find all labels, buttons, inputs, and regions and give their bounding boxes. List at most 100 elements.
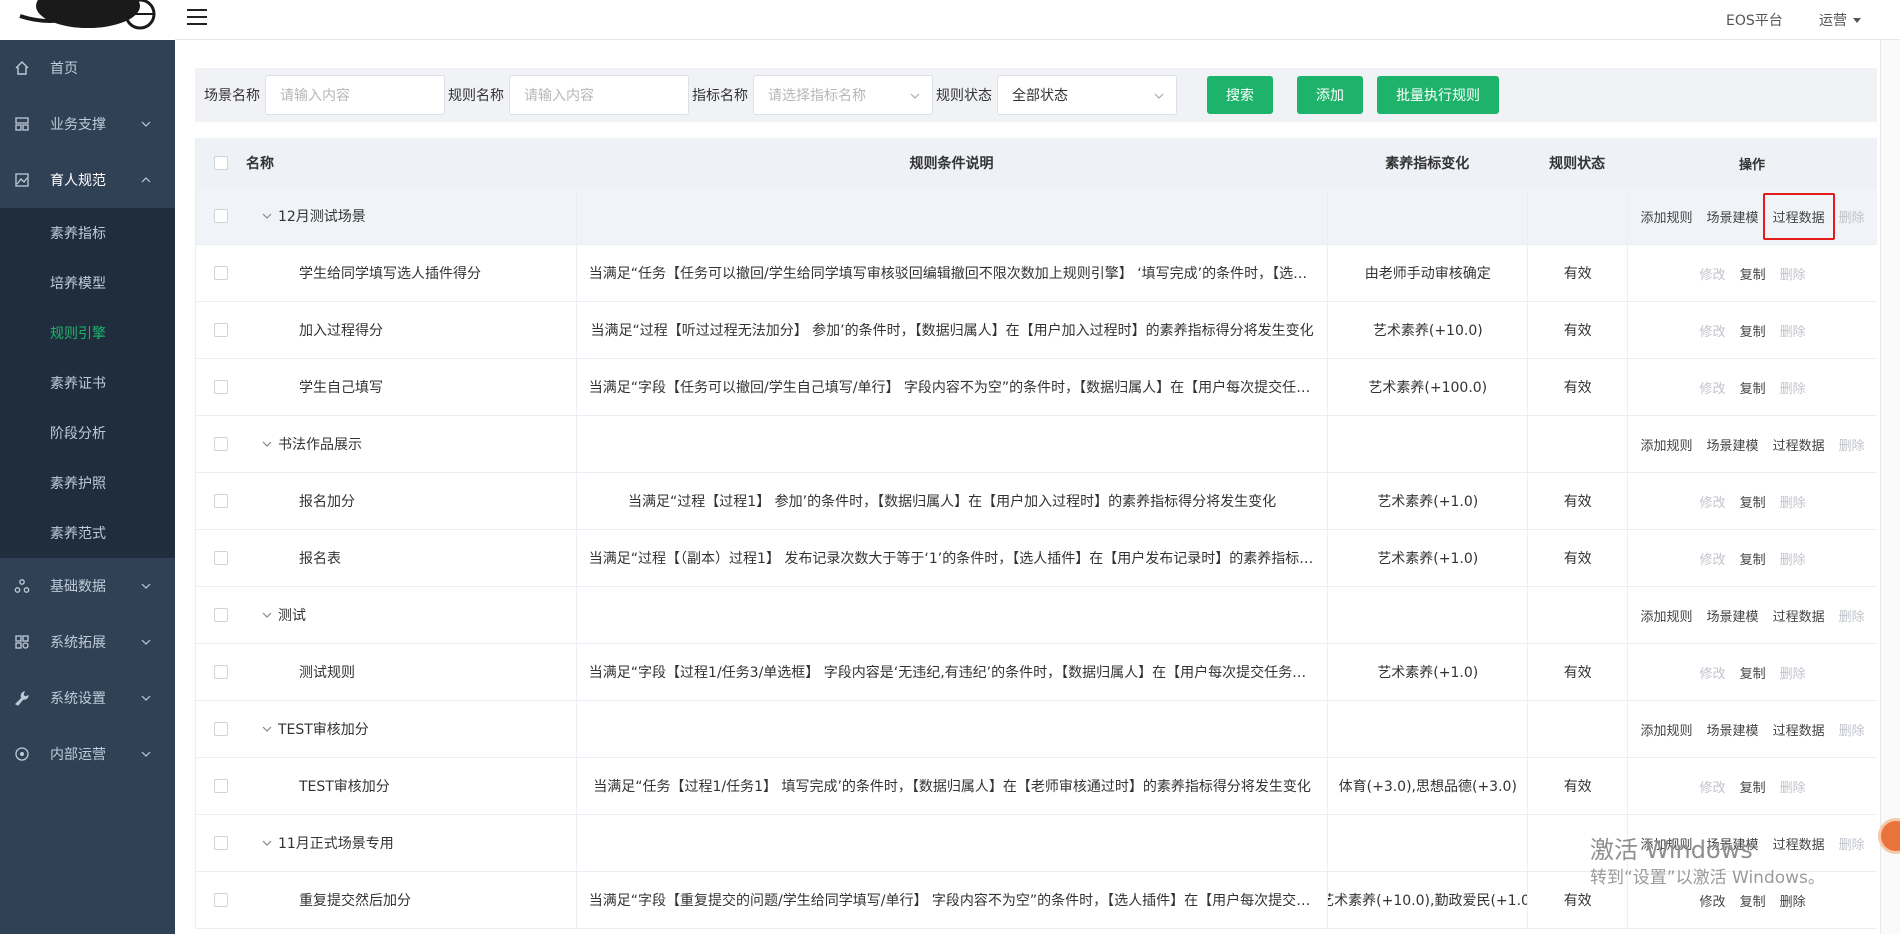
op-delete-link[interactable]: 删除 (1780, 549, 1806, 568)
checkbox[interactable] (213, 779, 228, 793)
op-edit-link[interactable]: 修改 (1700, 378, 1726, 397)
row-checkbox-cell[interactable] (196, 359, 246, 415)
status-select[interactable]: 全部状态 (997, 75, 1177, 115)
op-process-data-link[interactable]: 过程数据 (1773, 720, 1825, 739)
checkbox[interactable] (213, 323, 228, 337)
op-copy-link[interactable]: 复制 (1740, 663, 1766, 682)
checkbox[interactable] (213, 836, 228, 850)
add-button[interactable]: 添加 (1297, 76, 1363, 114)
search-button[interactable]: 搜索 (1207, 76, 1273, 114)
row-checkbox-cell[interactable] (196, 701, 246, 757)
op-copy-link[interactable]: 复制 (1740, 264, 1766, 283)
op-edit-link[interactable]: 修改 (1700, 663, 1726, 682)
row-checkbox-cell[interactable] (196, 872, 246, 928)
op-scene-model-link[interactable]: 场景建模 (1707, 720, 1759, 739)
row-checkbox-cell[interactable] (196, 530, 246, 586)
op-copy-link[interactable]: 复制 (1740, 777, 1766, 796)
submenu-item-4[interactable]: 阶段分析 (0, 408, 175, 458)
op-add-rule-link[interactable]: 添加规则 (1641, 435, 1693, 454)
checkbox[interactable] (213, 551, 228, 565)
op-process-data-link[interactable]: 过程数据 (1773, 606, 1825, 625)
checkbox[interactable] (213, 437, 228, 451)
header-select-all[interactable] (196, 138, 246, 188)
sidebar-item-3[interactable]: 基础数据 (0, 558, 175, 614)
scene-input[interactable]: 请输入内容 (265, 75, 445, 115)
op-delete-link[interactable]: 删除 (1780, 777, 1806, 796)
checkbox[interactable] (213, 209, 228, 223)
user-menu[interactable]: 运营 (1819, 10, 1861, 30)
expand-chevron-icon[interactable] (262, 610, 272, 620)
batch-execute-button[interactable]: 批量执行规则 (1377, 76, 1499, 114)
op-delete-link[interactable]: 删除 (1780, 321, 1806, 340)
sidebar-item-2[interactable]: 育人规范 (0, 152, 175, 208)
op-add-rule-link[interactable]: 添加规则 (1641, 606, 1693, 625)
op-process-data-link[interactable]: 过程数据 (1762, 192, 1835, 240)
op-scene-model-link[interactable]: 场景建模 (1707, 207, 1759, 226)
checkbox[interactable] (213, 156, 228, 170)
expand-chevron-icon[interactable] (262, 724, 272, 734)
rule-input[interactable]: 请输入内容 (509, 75, 689, 115)
checkbox[interactable] (213, 722, 228, 736)
index-select[interactable]: 请选择指标名称 (753, 75, 933, 115)
ops-cell: 添加规则 场景建模 过程数据 删除 (1627, 188, 1877, 244)
op-delete-link[interactable]: 删除 (1839, 720, 1865, 739)
row-checkbox-cell[interactable] (196, 815, 246, 871)
sidebar-item-1[interactable]: 业务支撑 (0, 96, 175, 152)
row-checkbox-cell[interactable] (196, 245, 246, 301)
op-scene-model-link[interactable]: 场景建模 (1707, 606, 1759, 625)
op-copy-link[interactable]: 复制 (1740, 378, 1766, 397)
submenu-item-3[interactable]: 素养证书 (0, 358, 175, 408)
op-delete-link[interactable]: 删除 (1780, 891, 1806, 910)
expand-chevron-icon[interactable] (262, 439, 272, 449)
checkbox[interactable] (213, 380, 228, 394)
hamburger-icon[interactable] (187, 9, 207, 27)
sidebar-item-6[interactable]: 内部运营 (0, 726, 175, 782)
row-checkbox-cell[interactable] (196, 302, 246, 358)
op-copy-link[interactable]: 复制 (1740, 549, 1766, 568)
op-edit-link[interactable]: 修改 (1700, 777, 1726, 796)
op-add-rule-link[interactable]: 添加规则 (1641, 720, 1693, 739)
submenu-item-1[interactable]: 培养模型 (0, 258, 175, 308)
checkbox[interactable] (213, 608, 228, 622)
checkbox[interactable] (213, 494, 228, 508)
submenu-item-5[interactable]: 素养护照 (0, 458, 175, 508)
op-process-data-link[interactable]: 过程数据 (1773, 435, 1825, 454)
op-edit-link[interactable]: 修改 (1700, 549, 1726, 568)
op-delete-link[interactable]: 删除 (1839, 606, 1865, 625)
expand-chevron-icon[interactable] (262, 838, 272, 848)
checkbox[interactable] (213, 893, 228, 907)
sidebar-item-4[interactable]: 系统拓展 (0, 614, 175, 670)
op-edit-link[interactable]: 修改 (1700, 264, 1726, 283)
checkbox[interactable] (213, 665, 228, 679)
vertical-scrollbar[interactable] (1880, 40, 1900, 934)
op-copy-link[interactable]: 复制 (1740, 492, 1766, 511)
checkbox[interactable] (213, 266, 228, 280)
op-delete-link[interactable]: 删除 (1780, 264, 1806, 283)
sidebar-item-0[interactable]: 首页 (0, 40, 175, 96)
row-checkbox-cell[interactable] (196, 587, 246, 643)
op-delete-link[interactable]: 删除 (1780, 663, 1806, 682)
platform-link[interactable]: EOS平台 (1726, 10, 1783, 30)
row-checkbox-cell[interactable] (196, 188, 246, 244)
row-checkbox-cell[interactable] (196, 644, 246, 700)
op-delete-link[interactable]: 删除 (1780, 492, 1806, 511)
row-checkbox-cell[interactable] (196, 473, 246, 529)
sidebar-item-5[interactable]: 系统设置 (0, 670, 175, 726)
submenu-item-2[interactable]: 规则引擎 (0, 308, 175, 358)
row-checkbox-cell[interactable] (196, 416, 246, 472)
op-delete-link[interactable]: 删除 (1780, 378, 1806, 397)
op-delete-link[interactable]: 删除 (1839, 207, 1865, 226)
op-copy-link[interactable]: 复制 (1740, 891, 1766, 910)
op-copy-link[interactable]: 复制 (1740, 321, 1766, 340)
submenu-item-6[interactable]: 素养范式 (0, 508, 175, 558)
op-delete-link[interactable]: 删除 (1839, 435, 1865, 454)
submenu-item-0[interactable]: 素养指标 (0, 208, 175, 258)
row-checkbox-cell[interactable] (196, 758, 246, 814)
op-edit-link[interactable]: 修改 (1700, 891, 1726, 910)
expand-chevron-icon[interactable] (262, 211, 272, 221)
op-edit-link[interactable]: 修改 (1700, 492, 1726, 511)
op-delete-link[interactable]: 删除 (1839, 834, 1865, 853)
op-scene-model-link[interactable]: 场景建模 (1707, 435, 1759, 454)
op-add-rule-link[interactable]: 添加规则 (1641, 207, 1693, 226)
op-edit-link[interactable]: 修改 (1700, 321, 1726, 340)
